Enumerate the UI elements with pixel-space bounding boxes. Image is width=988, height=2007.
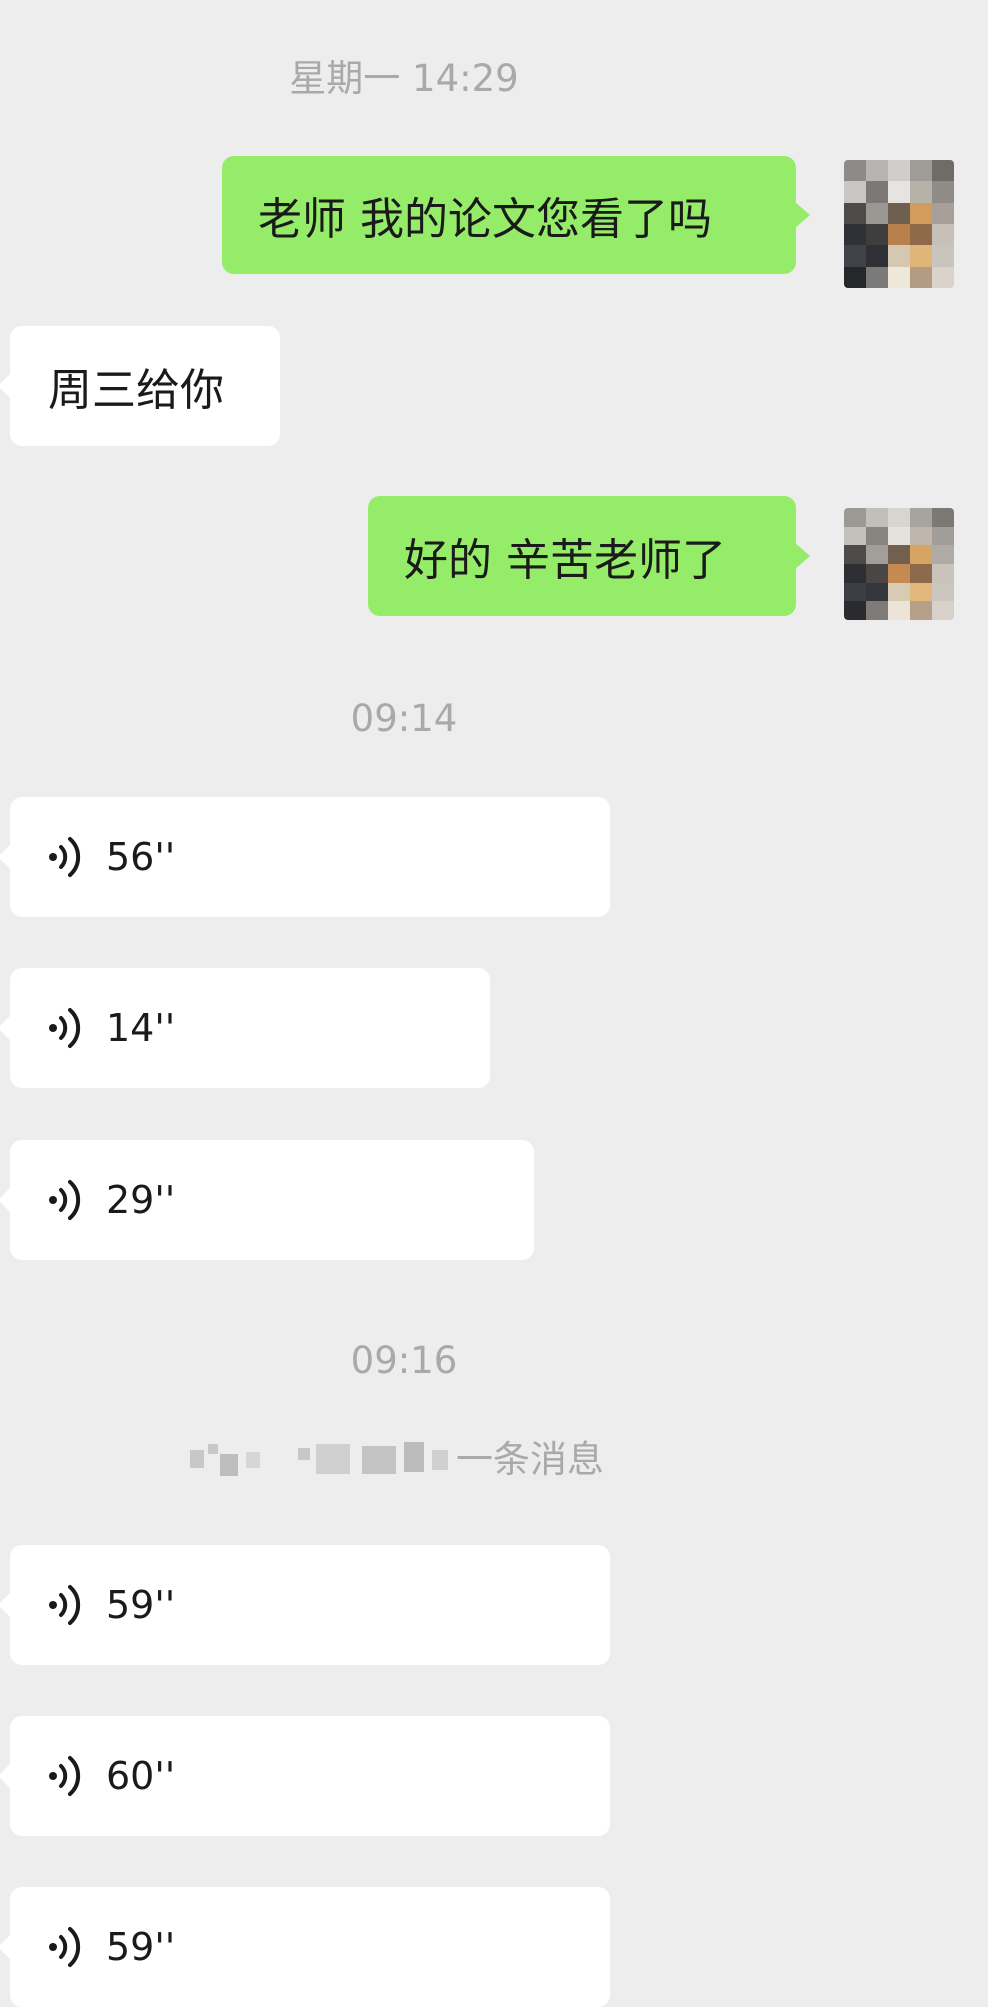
voice-wave-icon [49,1180,81,1220]
voice-duration: 14'' [106,1006,176,1050]
timestamp: 09:14 [350,697,458,740]
user-avatar[interactable] [844,508,954,620]
voice-wave-icon [49,1927,81,1967]
voice-message-bubble[interactable]: 59'' [0,1545,610,1665]
voice-message-bubble[interactable]: 14'' [0,968,490,1088]
voice-message-bubble[interactable]: 56'' [0,797,610,917]
voice-wave-icon [49,1756,81,1796]
timestamp-monday: 星期一 14:29 [289,57,519,100]
outgoing-message-bubble[interactable]: 好的 辛苦老师了 [368,496,810,616]
voice-duration: 59'' [106,1925,176,1969]
message-text: 周三给你 [48,365,224,416]
voice-duration: 60'' [106,1754,176,1798]
voice-duration: 29'' [106,1178,176,1222]
voice-message-bubble[interactable]: 59'' [0,1887,610,2007]
redacted-text [190,1440,460,1484]
voice-message-bubble[interactable]: 29'' [0,1140,534,1260]
timestamp: 09:16 [350,1339,458,1382]
message-text: 好的 辛苦老师了 [404,535,726,586]
voice-wave-icon [49,837,81,877]
voice-wave-icon [49,1008,81,1048]
system-notice: 一条消息 [0,1432,808,1488]
outgoing-message-bubble[interactable]: 老师 我的论文您看了吗 [222,156,810,274]
voice-duration: 59'' [106,1583,176,1627]
voice-wave-icon [49,1585,81,1625]
incoming-message-bubble[interactable]: 周三给你 [0,326,280,446]
voice-duration: 56'' [106,835,176,879]
user-avatar[interactable] [844,160,954,288]
message-text: 老师 我的论文您看了吗 [258,194,712,245]
system-notice-text: 一条消息 [456,1438,604,1481]
voice-message-bubble[interactable]: 60'' [0,1716,610,1836]
